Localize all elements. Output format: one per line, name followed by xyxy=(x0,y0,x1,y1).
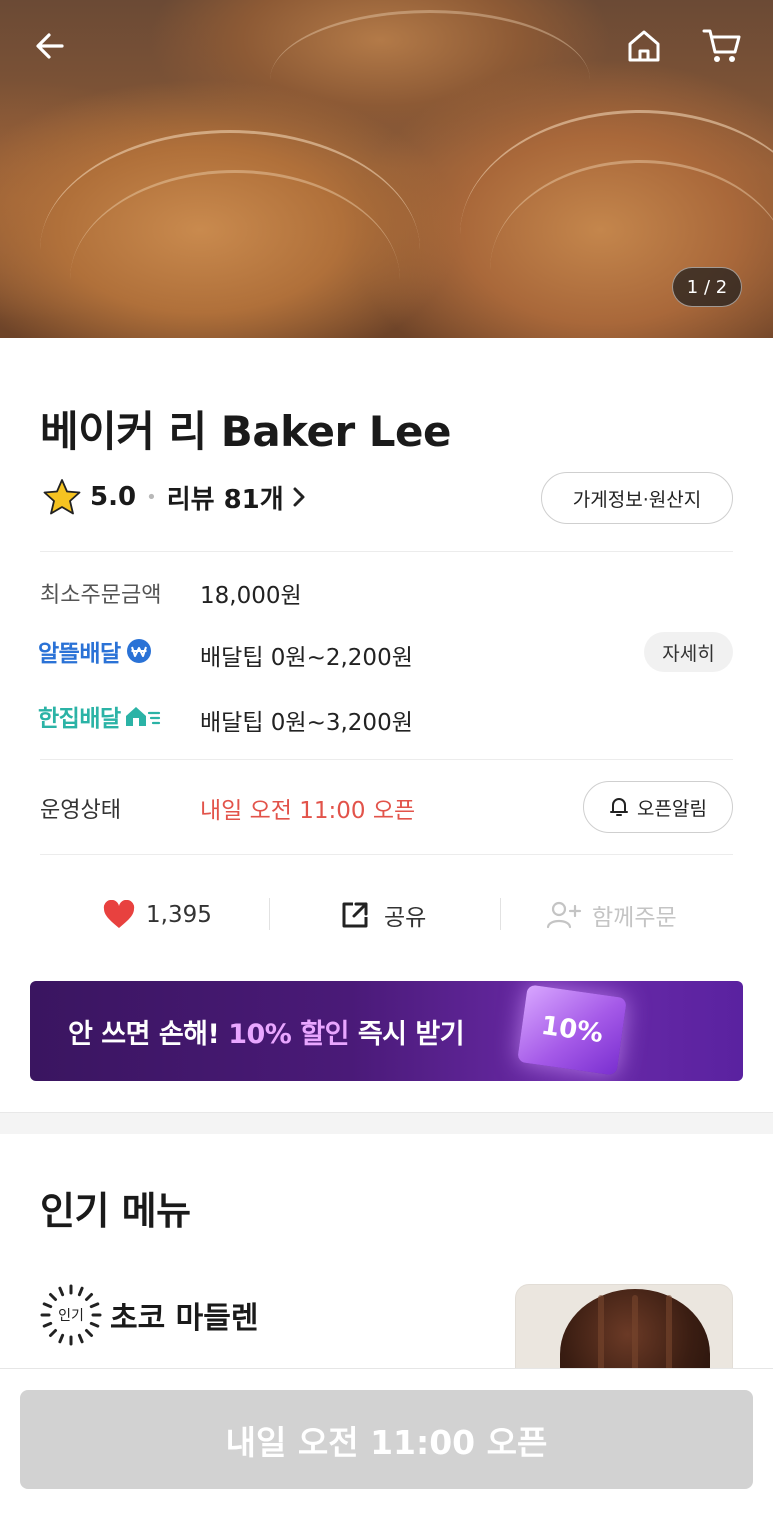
review-count: 리뷰 81개 xyxy=(166,484,284,515)
min-order-value: 18,000원 xyxy=(200,583,302,609)
rating-review-link[interactable]: 5.0 • 리뷰 81개 xyxy=(40,474,306,520)
heart-icon xyxy=(103,900,135,928)
share-button[interactable]: 공유 xyxy=(340,893,426,937)
home-button[interactable] xyxy=(620,22,668,70)
delivery-detail-button[interactable]: 자세히 xyxy=(644,632,733,672)
share-label: 공유 xyxy=(384,905,427,931)
banner-text: 안 쓰면 손해! 10% 할인 즉시 받기 xyxy=(68,1018,465,1050)
popular-badge: 인기 xyxy=(40,1284,102,1346)
like-button[interactable]: 1,395 xyxy=(102,893,212,937)
home-icon xyxy=(628,30,660,62)
store-info-button[interactable]: 가게정보·원산지 xyxy=(541,472,733,524)
hanjip-tip: 배달팁 0원~3,200원 xyxy=(200,710,413,736)
chevron-right-icon xyxy=(292,486,306,508)
divider xyxy=(40,854,733,855)
divider xyxy=(40,759,733,760)
popular-menu-title: 인기 메뉴 xyxy=(40,1189,191,1233)
menu-item-name[interactable]: 초코 마들렌 xyxy=(110,1293,258,1337)
alddeul-delivery-label: 알뜰배달 xyxy=(38,634,154,668)
store-name: 베이커 리 Baker Lee xyxy=(40,407,452,456)
cart-button[interactable] xyxy=(698,22,746,70)
rating-value: 5.0 xyxy=(90,482,137,512)
star-icon xyxy=(40,475,84,519)
hanjip-text: 한집배달 xyxy=(38,706,121,732)
cart-icon xyxy=(702,29,741,62)
group-order-label: 함께주문 xyxy=(592,905,677,931)
back-button[interactable] xyxy=(26,22,74,70)
alddeul-text: 알뜰배달 xyxy=(38,641,121,667)
action-separator xyxy=(500,898,501,930)
image-counter-badge: 1 / 2 xyxy=(672,267,742,307)
action-separator xyxy=(269,898,270,930)
hero-image-carousel[interactable]: 1 / 2 xyxy=(0,0,773,338)
share-icon xyxy=(342,902,368,928)
group-order-button[interactable]: 함께주문 xyxy=(546,893,677,937)
like-count: 1,395 xyxy=(146,902,212,928)
alddeul-tip: 배달팁 0원~2,200원 xyxy=(200,645,413,671)
coupon-ticket-graphic: 10% xyxy=(517,984,627,1076)
hanjip-delivery-label: 한집배달 xyxy=(38,699,161,733)
separator-dot: • xyxy=(146,486,157,508)
status-value: 내일 오전 11:00 오픈 xyxy=(200,798,416,824)
bell-icon xyxy=(610,798,629,816)
open-alarm-label: 오픈알림 xyxy=(637,797,707,820)
popular-badge-text: 인기 xyxy=(58,1308,84,1324)
divider xyxy=(40,551,733,552)
order-cta-button[interactable]: 내일 오전 11:00 오픈 xyxy=(20,1390,753,1489)
status-label: 운영상태 xyxy=(40,798,121,823)
discount-coupon-banner[interactable]: 안 쓰면 손해! 10% 할인 즉시 받기 10% xyxy=(30,981,743,1081)
won-coin-icon xyxy=(126,639,151,663)
open-alarm-button[interactable]: 오픈알림 xyxy=(583,781,733,833)
back-arrow-icon xyxy=(36,33,64,59)
house-speed-icon xyxy=(125,707,160,726)
section-separator xyxy=(0,1112,773,1134)
person-add-icon xyxy=(546,901,582,929)
min-order-label: 최소주문금액 xyxy=(40,583,162,608)
